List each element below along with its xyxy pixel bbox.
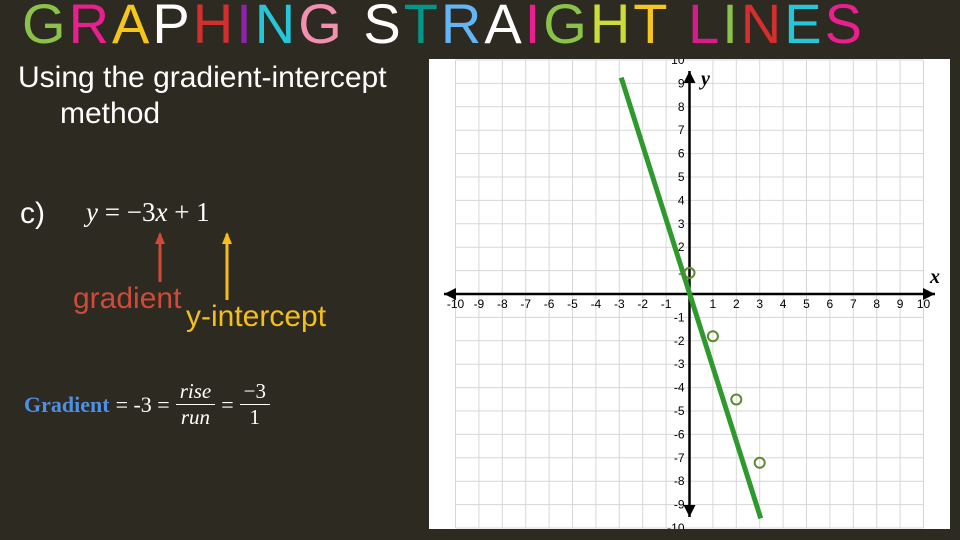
svg-text:-1: -1: [661, 297, 672, 311]
equation: y = −3x + 1: [86, 197, 210, 228]
x-axis-label: x: [929, 266, 940, 288]
svg-text:-2: -2: [674, 334, 685, 348]
svg-text:-10: -10: [447, 297, 465, 311]
subtitle-line-2: method: [60, 97, 160, 131]
equation-y: y: [86, 197, 98, 227]
svg-text:-3: -3: [614, 297, 625, 311]
denominator-1: 1: [246, 407, 265, 428]
equation-minus3: −3: [127, 197, 156, 227]
svg-text:-3: -3: [674, 357, 685, 371]
svg-text:-8: -8: [674, 474, 685, 488]
svg-text:5: 5: [803, 297, 810, 311]
neg3-numerator: −3: [240, 381, 270, 402]
svg-text:-1: -1: [674, 310, 685, 324]
svg-text:8: 8: [873, 297, 880, 311]
yintercept-arrow-icon: [219, 234, 239, 302]
svg-text:4: 4: [678, 193, 685, 207]
rise-text: rise: [176, 381, 216, 402]
svg-text:-5: -5: [567, 297, 578, 311]
svg-text:-4: -4: [591, 297, 602, 311]
coordinate-graph: -10 -9 -8 -7 -6 -5 -4 -3 -2 -1 1 2 3 4 5 6 7 8 9 10 10 9 8 7 6 5…: [429, 59, 950, 529]
svg-text:-9: -9: [674, 498, 685, 512]
svg-text:3: 3: [756, 297, 763, 311]
svg-text:6: 6: [678, 147, 685, 161]
gradient-formula-label: Gradient: [24, 392, 110, 418]
subtitle-line-1: Using the gradient-intercept: [18, 61, 387, 95]
svg-text:5: 5: [678, 170, 685, 184]
svg-text:-10: -10: [667, 521, 685, 529]
svg-text:4: 4: [780, 297, 787, 311]
svg-text:10: 10: [917, 297, 931, 311]
svg-text:7: 7: [850, 297, 857, 311]
run-text: run: [177, 407, 214, 428]
gradient-formula-eq2: =: [221, 392, 233, 418]
svg-text:-5: -5: [674, 404, 685, 418]
neg3-over-1: −3 1: [240, 381, 270, 428]
gradient-formula: Gradient = -3 = rise run = −3 1: [24, 381, 270, 428]
svg-text:-4: -4: [674, 381, 685, 395]
gradient-formula-eq1: = -3 =: [116, 392, 170, 418]
slide-title: GRAPHING STRAIGHT LINES: [22, 0, 865, 56]
gradient-label: gradient: [73, 282, 181, 316]
svg-text:-7: -7: [674, 451, 685, 465]
svg-text:7: 7: [678, 123, 685, 137]
item-label: c): [20, 197, 45, 231]
svg-text:-6: -6: [544, 297, 555, 311]
y-intercept-label: y-intercept: [186, 300, 326, 334]
svg-text:2: 2: [733, 297, 740, 311]
gradient-arrow-icon: [152, 234, 172, 284]
svg-text:1: 1: [710, 297, 717, 311]
svg-text:-9: -9: [474, 297, 485, 311]
equation-x: x: [155, 197, 167, 227]
svg-text:9: 9: [678, 76, 685, 90]
svg-text:8: 8: [678, 100, 685, 114]
rise-over-run: rise run: [176, 381, 216, 428]
equation-plus1: + 1: [167, 197, 209, 227]
svg-text:-6: -6: [674, 427, 685, 441]
svg-text:-7: -7: [520, 297, 531, 311]
svg-text:-2: -2: [637, 297, 648, 311]
equation-equals: =: [98, 197, 127, 227]
svg-text:6: 6: [827, 297, 834, 311]
svg-text:9: 9: [897, 297, 904, 311]
y-axis-label: y: [699, 68, 710, 90]
svg-text:-8: -8: [497, 297, 508, 311]
svg-text:10: 10: [671, 59, 685, 67]
svg-text:3: 3: [678, 217, 685, 231]
